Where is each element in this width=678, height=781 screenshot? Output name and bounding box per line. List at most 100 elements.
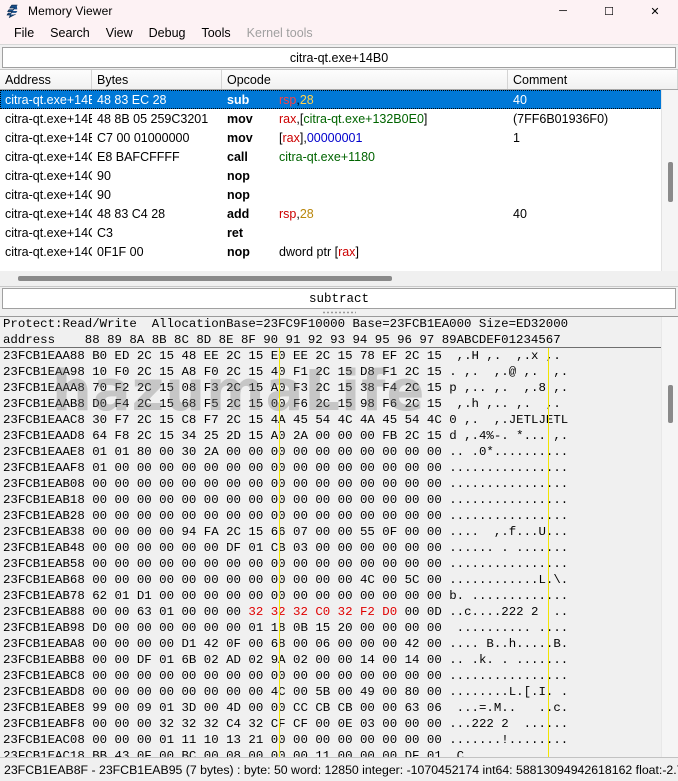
hex-byte[interactable]: 00 bbox=[427, 509, 442, 523]
hex-byte[interactable]: 00 bbox=[338, 461, 360, 475]
hex-byte[interactable]: 00 bbox=[293, 557, 315, 571]
hex-byte[interactable]: 00 bbox=[338, 653, 360, 667]
hex-byte[interactable]: 00 bbox=[293, 749, 315, 757]
hex-byte[interactable]: 5B bbox=[315, 685, 337, 699]
hex-byte[interactable]: 00 bbox=[293, 685, 315, 699]
hex-byte[interactable]: 0F bbox=[137, 749, 159, 757]
hex-byte[interactable]: 00 bbox=[92, 573, 114, 587]
hex-byte[interactable]: 00 bbox=[115, 493, 137, 507]
hex-byte[interactable]: 00 bbox=[204, 749, 226, 757]
hex-byte[interactable]: 00 bbox=[92, 669, 114, 683]
hex-byte[interactable]: EE bbox=[204, 349, 226, 363]
hex-byte[interactable]: 01 bbox=[248, 541, 270, 555]
hex-row[interactable]: 23FCB1EABA8 00 00 00 00 D1 42 0F 00 68 0… bbox=[0, 636, 678, 652]
hex-byte[interactable]: 00 bbox=[159, 445, 181, 459]
hex-byte[interactable]: DF bbox=[137, 653, 159, 667]
hex-byte[interactable]: 00 bbox=[204, 493, 226, 507]
hex-byte[interactable]: 00 bbox=[427, 557, 442, 571]
hex-byte[interactable]: 00 bbox=[248, 493, 270, 507]
hex-byte[interactable]: 0E bbox=[338, 717, 360, 731]
hex-byte[interactable]: 15 bbox=[248, 429, 270, 443]
hex-byte[interactable]: CB bbox=[338, 701, 360, 715]
hex-byte[interactable]: 00 bbox=[405, 589, 427, 603]
maximize-button[interactable]: ☐ bbox=[586, 0, 632, 22]
hex-byte[interactable]: D0 bbox=[92, 621, 114, 635]
hex-byte[interactable]: 00 bbox=[382, 477, 404, 491]
hex-byte[interactable]: 00 bbox=[271, 557, 293, 571]
hex-byte[interactable]: 00 bbox=[159, 477, 181, 491]
hex-byte[interactable]: 40 bbox=[271, 365, 293, 379]
hex-byte[interactable]: 00 bbox=[92, 717, 114, 731]
hex-byte[interactable]: 30 bbox=[92, 413, 114, 427]
hex-byte[interactable]: 03 bbox=[293, 541, 315, 555]
hex-byte[interactable]: 2C bbox=[226, 397, 248, 411]
hex-byte[interactable]: 00 bbox=[159, 621, 181, 635]
hex-byte[interactable]: 00 bbox=[382, 557, 404, 571]
hex-byte[interactable]: 00 bbox=[360, 477, 382, 491]
hex-byte[interactable]: 02 bbox=[204, 653, 226, 667]
hex-byte[interactable]: 00 bbox=[204, 669, 226, 683]
scrollbar-thumb-horizontal[interactable] bbox=[18, 276, 392, 281]
hex-byte[interactable]: 00 bbox=[92, 557, 114, 571]
hex-byte[interactable]: 15 bbox=[248, 349, 270, 363]
hex-row-ascii[interactable]: .... B..h.....B. bbox=[442, 637, 568, 651]
hex-byte[interactable]: F6 bbox=[293, 397, 315, 411]
hex-byte[interactable]: 00 bbox=[92, 637, 114, 651]
hex-byte[interactable]: 08 bbox=[181, 381, 203, 395]
hex-byte[interactable]: 68 bbox=[181, 397, 203, 411]
hex-byte[interactable]: 2C bbox=[137, 413, 159, 427]
hex-row[interactable]: 23FCB1EAAF8 01 00 00 00 00 00 00 00 00 0… bbox=[0, 460, 678, 476]
hex-byte[interactable]: 00 bbox=[427, 573, 442, 587]
hex-byte[interactable]: 00 bbox=[382, 621, 404, 635]
hex-byte[interactable]: 00 bbox=[204, 541, 226, 555]
disassembler-row[interactable]: citra-qt.exe+14B4 48 8B 05 259C3201 mov rax… bbox=[0, 109, 678, 128]
hex-byte[interactable]: A0 bbox=[271, 429, 293, 443]
hex-byte[interactable]: 00 bbox=[115, 461, 137, 475]
hex-byte[interactable]: 00 bbox=[427, 685, 442, 699]
hex-row-ascii[interactable]: ...=.M.. ..c. bbox=[442, 701, 569, 715]
address-location-bar[interactable]: citra-qt.exe+14B0 bbox=[2, 47, 676, 68]
hex-byte[interactable]: 01 bbox=[92, 461, 114, 475]
hex-byte[interactable]: 2C bbox=[226, 349, 248, 363]
hex-byte[interactable]: 54 bbox=[315, 413, 337, 427]
hex-byte[interactable]: 42 bbox=[405, 637, 427, 651]
hex-row[interactable]: 23FCB1EAC08 00 00 00 01 11 10 13 21 00 0… bbox=[0, 732, 678, 748]
hex-byte[interactable]: 07 bbox=[293, 525, 315, 539]
hex-byte[interactable]: 00 bbox=[405, 605, 427, 619]
hex-byte[interactable]: 00 bbox=[92, 653, 114, 667]
hex-byte[interactable]: 15 bbox=[427, 365, 442, 379]
hex-byte[interactable]: 2C bbox=[405, 381, 427, 395]
hex-byte[interactable]: 00 bbox=[181, 461, 203, 475]
hex-byte[interactable]: 00 bbox=[115, 573, 137, 587]
hex-byte[interactable]: 62 bbox=[92, 589, 114, 603]
hex-byte[interactable]: 00 bbox=[115, 701, 137, 715]
hex-byte[interactable]: 00 bbox=[427, 733, 442, 747]
hex-byte[interactable]: 43 bbox=[115, 749, 137, 757]
hex-byte[interactable]: 10 bbox=[92, 365, 114, 379]
hex-byte[interactable]: 0F bbox=[382, 525, 404, 539]
hex-byte[interactable]: 00 bbox=[92, 733, 114, 747]
hex-byte[interactable]: F5 bbox=[204, 397, 226, 411]
menu-item-search[interactable]: Search bbox=[42, 24, 98, 42]
disassembler-row[interactable]: citra-qt.exe+14C1 E8 BAFCFFFF call citra-qt… bbox=[0, 147, 678, 166]
hex-row-ascii[interactable]: d ,.4%-. *... ,. bbox=[442, 429, 568, 443]
hex-byte[interactable]: 2C bbox=[405, 365, 427, 379]
hex-byte[interactable]: 00 bbox=[248, 701, 270, 715]
hex-byte[interactable]: EF bbox=[382, 349, 404, 363]
hex-byte[interactable]: 15 bbox=[248, 381, 270, 395]
hex-byte[interactable]: 00 bbox=[204, 573, 226, 587]
hex-byte[interactable]: 2D bbox=[226, 429, 248, 443]
hex-byte[interactable]: 00 bbox=[271, 669, 293, 683]
hex-byte[interactable]: 15 bbox=[159, 365, 181, 379]
hex-byte[interactable]: 00 bbox=[427, 541, 442, 555]
hex-byte[interactable]: 00 bbox=[427, 589, 442, 603]
hex-byte[interactable]: 2C bbox=[137, 365, 159, 379]
hex-byte[interactable]: 9A bbox=[271, 653, 293, 667]
hex-byte[interactable]: 00 bbox=[271, 573, 293, 587]
hex-byte[interactable]: F6 bbox=[382, 397, 404, 411]
hex-byte[interactable]: 00 bbox=[159, 461, 181, 475]
hex-byte[interactable]: 00 bbox=[204, 701, 226, 715]
hex-byte[interactable]: 00 bbox=[293, 509, 315, 523]
hex-byte[interactable]: 00 bbox=[360, 749, 382, 757]
hex-byte[interactable]: 4C bbox=[427, 413, 442, 427]
